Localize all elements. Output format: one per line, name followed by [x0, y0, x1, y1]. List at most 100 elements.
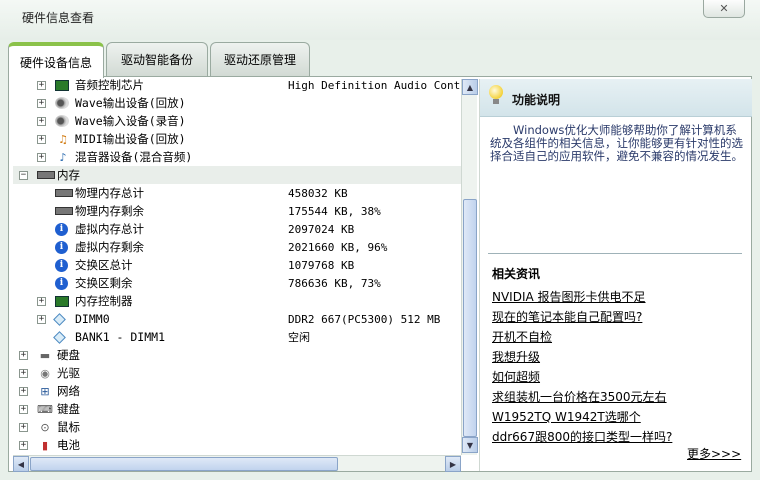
tree-item-value: 1079768 KB [288, 258, 355, 272]
tree-row[interactable]: i 交换区总计 1079768 KB [13, 256, 468, 274]
tree-item-value: 空闲 [288, 331, 310, 344]
tree-row[interactable]: i 虚拟内存剩余 2021660 KB, 96% [13, 238, 468, 256]
expand-icon[interactable]: + [19, 440, 28, 450]
expand-icon[interactable]: + [19, 422, 28, 432]
scroll-up-button[interactable]: ▲ [462, 79, 478, 95]
expand-icon[interactable]: + [37, 152, 46, 162]
news-link[interactable]: 如何超频 [492, 368, 540, 385]
tree-item-value: 175544 KB, 38% [288, 204, 381, 218]
tree-item-label: 鼠标 [57, 420, 80, 434]
info-icon: i [55, 276, 68, 290]
tree-row[interactable]: + 音频控制芯片 High Definition Audio Controll [13, 79, 468, 94]
expand-icon[interactable]: + [37, 134, 46, 144]
tree-row[interactable]: + ♪ 混音器设备(混合音频) [13, 148, 468, 166]
mouse-icon: ⊙ [40, 420, 50, 434]
arrow-down-icon: ▼ [466, 440, 474, 450]
tab-driver-backup[interactable]: 驱动智能备份 [106, 42, 208, 76]
window-title: 硬件信息查看 [22, 11, 95, 25]
network-icon: ⊞ [40, 384, 50, 398]
close-button[interactable]: ✕ [703, 0, 745, 18]
tree-item-value: 2097024 KB [288, 222, 355, 236]
tree-item-label: 电池 [57, 438, 80, 452]
expand-icon[interactable]: + [37, 116, 46, 126]
diamond-icon [53, 312, 66, 326]
news-link[interactable]: 开机不自检 [492, 328, 552, 345]
tree-item-label: 光驱 [57, 366, 80, 380]
info-icon: i [55, 240, 68, 254]
tree-row[interactable]: 物理内存总计 458032 KB [13, 184, 468, 202]
optical-drive-icon: ◉ [40, 366, 50, 380]
vertical-scroll-thumb[interactable] [463, 199, 477, 437]
feature-description: Windows优化大师能够帮助你了解计算机系统及各组件的相关信息，让你能够更有针… [490, 123, 743, 163]
tree-item-label: BANK1 - DIMM1 [75, 330, 166, 344]
harddisk-icon: ▬ [39, 348, 51, 362]
tab-hardware-info[interactable]: 硬件设备信息 [8, 42, 104, 78]
tree-item-label: DIMM0 [75, 312, 110, 326]
tree-row[interactable]: i 交换区剩余 786636 KB, 73% [13, 274, 468, 292]
tree-row[interactable]: BANK1 - DIMM1 空闲 [13, 328, 468, 346]
news-link[interactable]: 求组装机一台价格在3500元左右 [492, 388, 667, 405]
scroll-down-button[interactable]: ▼ [462, 437, 478, 453]
expand-icon[interactable]: + [37, 314, 46, 324]
tree-item-label: Wave输出设备(回放) [75, 96, 186, 110]
tree-row[interactable]: + ◉ 光驱 [13, 364, 468, 382]
info-sidebar: 功能说明 Windows优化大师能够帮助你了解计算机系统及各组件的相关信息，让你… [479, 79, 752, 471]
news-link[interactable]: ddr667跟800的接口类型一样吗? [492, 428, 672, 445]
tree-row[interactable]: − 内存 [13, 166, 468, 184]
expand-icon[interactable]: + [19, 350, 28, 360]
news-link[interactable]: 我想升级 [492, 348, 540, 365]
tree-row[interactable]: + ⊙ 鼠标 [13, 418, 468, 436]
arrow-left-icon: ◀ [17, 459, 25, 469]
tree-row[interactable]: + DIMM0 DDR2 667(PC5300) 512 MB [13, 310, 468, 328]
tree-row[interactable]: + ⌨ 键盘 [13, 400, 468, 418]
tree-item-label: 交换区剩余 [75, 276, 133, 290]
battery-icon: ▮ [41, 438, 49, 452]
expand-icon[interactable]: + [19, 368, 28, 378]
tree-item-value: 2021660 KB, 96% [288, 240, 388, 254]
news-link[interactable]: 现在的笔记本能自己配置吗? [492, 308, 642, 325]
tree-item-label: 硬盘 [57, 348, 80, 362]
tree-row[interactable]: + ▮ 电池 [13, 436, 468, 454]
vertical-scrollbar[interactable]: ▲ ▼ [461, 79, 478, 455]
tree-row[interactable]: + ⊞ 网络 [13, 382, 468, 400]
horizontal-scroll-thumb[interactable] [30, 457, 338, 471]
expand-icon[interactable]: + [19, 386, 28, 396]
tree-item-value: High Definition Audio Controll [288, 79, 468, 92]
scroll-right-button[interactable]: ▶ [445, 456, 461, 472]
news-link[interactable]: W1952TQ W1942T选哪个 [492, 408, 641, 425]
tree-item-label: 交换区总计 [75, 258, 133, 272]
expand-icon[interactable]: + [37, 98, 46, 108]
tree-row[interactable]: i 虚拟内存总计 2097024 KB [13, 220, 468, 238]
more-link[interactable]: 更多>>> [687, 445, 741, 462]
expand-icon[interactable]: + [37, 296, 46, 306]
tree-item-label: 混音器设备(混合音频) [75, 150, 193, 164]
keyboard-icon: ⌨ [37, 402, 53, 416]
news-link[interactable]: NVIDIA 报告图形卡供电不足 [492, 288, 646, 305]
horizontal-scrollbar[interactable]: ◀ ▶ [13, 455, 461, 472]
tree-item-label: Wave输入设备(录音) [75, 114, 186, 128]
device-tree[interactable]: + 音频控制芯片 High Definition Audio Controll + Wa… [13, 79, 468, 455]
divider [488, 253, 742, 254]
diamond-icon [53, 330, 66, 344]
lightbulb-icon [489, 85, 503, 105]
expand-icon[interactable]: + [19, 404, 28, 414]
tree-row[interactable]: + Wave输入设备(录音) [13, 112, 468, 130]
tree-row[interactable]: + ♫ MIDI输出设备(回放) [13, 130, 468, 148]
tree-item-value: 458032 KB [288, 186, 348, 200]
scroll-left-button[interactable]: ◀ [13, 456, 29, 472]
title-bar: 硬件信息查看 ✕ [0, 0, 760, 40]
main-panel: + 音频控制芯片 High Definition Audio Controll + Wa… [8, 76, 752, 472]
tree-row[interactable]: + Wave输出设备(回放) [13, 94, 468, 112]
mixer-icon: ♪ [59, 150, 67, 164]
tree-item-label: 键盘 [57, 402, 80, 416]
tree-row[interactable]: + ▬ 硬盘 [13, 346, 468, 364]
tree-item-label: 网络 [57, 384, 80, 398]
collapse-icon[interactable]: − [19, 170, 28, 180]
tree-item-label: 物理内存剩余 [75, 204, 144, 218]
expand-icon[interactable]: + [37, 80, 46, 90]
tree-item-value: DDR2 667(PC5300) 512 MB [288, 312, 441, 326]
midi-icon: ♫ [58, 132, 68, 146]
tab-driver-restore[interactable]: 驱动还原管理 [210, 42, 310, 76]
tree-row[interactable]: 物理内存剩余 175544 KB, 38% [13, 202, 468, 220]
tree-row[interactable]: + 内存控制器 [13, 292, 468, 310]
